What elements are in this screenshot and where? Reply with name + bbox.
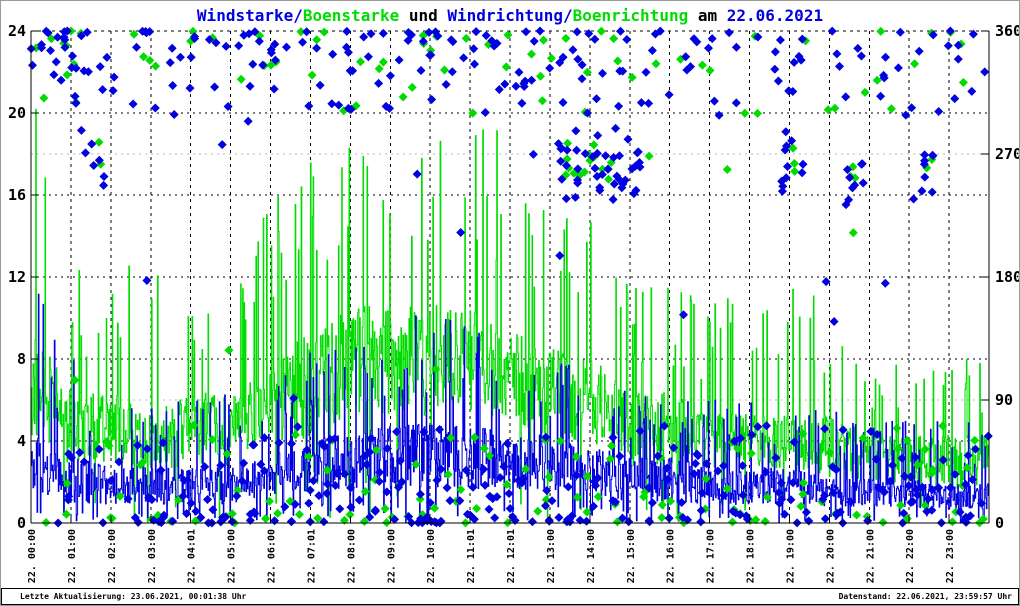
x-tick-label: 22. 02:00	[107, 529, 118, 583]
x-tick-label: 22. 06:00	[267, 529, 278, 583]
x-tick-label: 22. 15:00	[626, 529, 637, 583]
last-update-text: Letzte Aktualisierung: 23.06.2021, 00:01…	[20, 592, 247, 601]
y-left-tick-label: 24	[8, 22, 26, 40]
x-tick-label: 22. 17:00	[706, 529, 717, 583]
x-tick-label: 22. 05:00	[227, 529, 238, 583]
x-tick-label: 22. 23:00	[945, 529, 956, 583]
x-tick-label: 22. 08:00	[346, 529, 357, 583]
x-tick-label: 22. 11:01	[466, 529, 477, 583]
x-tick-label: 22. 21:00	[865, 529, 876, 583]
x-tick-label: 22. 04:01	[187, 529, 198, 583]
x-tick-label: 22. 19:00	[785, 529, 796, 583]
x-tick-label: 22. 12:01	[506, 529, 517, 583]
x-tick-label: 22. 07:01	[306, 529, 317, 583]
y-right-tick-label: 90	[995, 391, 1013, 409]
y-left-tick-label: 12	[8, 268, 26, 286]
x-tick-label: 22. 09:00	[386, 529, 397, 583]
y-left-tick-label: 16	[8, 186, 26, 204]
y-left-tick-label: 8	[17, 350, 26, 368]
x-tick-label: 22. 22:00	[905, 529, 916, 583]
y-right-tick-label: 360	[995, 22, 1020, 40]
y-right-tick-label: 0	[995, 514, 1004, 532]
x-tick-label: 22. 13:00	[546, 529, 557, 583]
x-tick-label: 22. 01:00	[67, 529, 78, 583]
x-tick-label: 22. 00:00	[27, 529, 38, 583]
weather-chart-page: Windstarke/Boenstarke und Windrichtung/B…	[0, 0, 1020, 606]
status-bar: Letzte Aktualisierung: 23.06.2021, 00:01…	[1, 588, 1019, 605]
wind-chart-plot: 0 4 8 12 16 20 24 0 90 180 270 360 22. 00:00 22. 01:0…	[8, 22, 1020, 583]
x-tick-label: 22. 14:00	[586, 529, 597, 583]
y-left-tick-label: 20	[8, 104, 26, 122]
y-right-tick-label: 180	[995, 268, 1020, 286]
y-left-tick-label: 0	[17, 514, 26, 532]
x-tick-label: 22. 16:00	[666, 529, 677, 583]
x-tick-label: 22. 20:00	[825, 529, 836, 583]
x-tick-label: 22. 18:00	[746, 529, 757, 583]
data-state-text: Datenstand: 22.06.2021, 23:59:57 Uhr	[838, 592, 1012, 601]
y-left-tick-label: 4	[17, 432, 26, 450]
x-tick-label: 22. 03:00	[147, 529, 158, 583]
x-tick-label: 22. 10:00	[426, 529, 437, 583]
y-right-tick-label: 270	[995, 145, 1020, 163]
